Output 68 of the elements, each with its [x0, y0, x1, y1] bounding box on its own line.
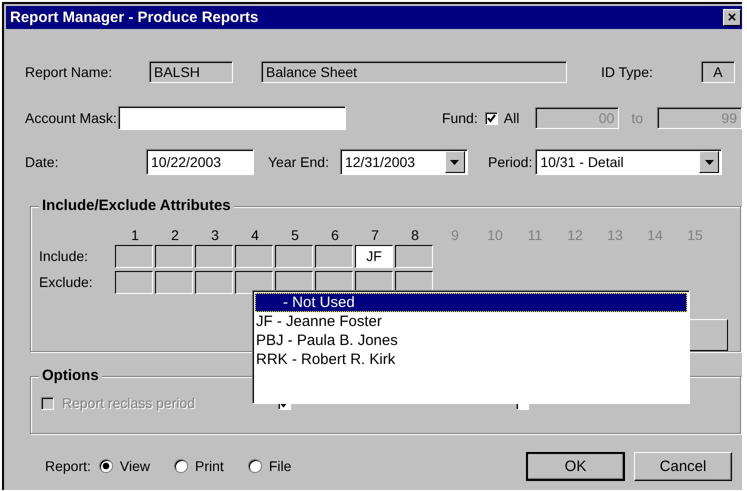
- exclude-cell[interactable]: [195, 270, 233, 294]
- report-description-field: Balance Sheet: [261, 61, 567, 83]
- caret-icon: [450, 160, 460, 164]
- radio-button[interactable]: [248, 459, 262, 473]
- checkbox[interactable]: [484, 112, 498, 124]
- fund-from-field: 00: [535, 107, 620, 129]
- close-button[interactable]: ×: [723, 9, 741, 26]
- include-cell[interactable]: [155, 244, 193, 268]
- year-end-dropdown[interactable]: 12/31/2003: [340, 149, 468, 175]
- list-item[interactable]: JF - Jeanne Foster: [255, 312, 687, 331]
- field-label: Account Mask:: [25, 110, 117, 126]
- fund-to-field: 99: [657, 107, 742, 129]
- row-label: Include:: [39, 248, 90, 264]
- list-item[interactable]: - Not Used: [255, 293, 687, 312]
- report-code-field: BALSH: [149, 61, 233, 83]
- radio-label: View: [120, 458, 150, 474]
- include-cell[interactable]: [235, 244, 273, 268]
- radio-label: File: [268, 458, 292, 474]
- column-number: 4: [250, 227, 260, 243]
- column-number: 14: [646, 227, 664, 243]
- column-number: 6: [330, 227, 340, 243]
- checkbox-label: Report reclass period: [62, 395, 196, 411]
- column-number: 8: [410, 227, 420, 243]
- window-title: Report Manager - Produce Reports: [10, 9, 258, 26]
- include-cell[interactable]: [315, 244, 353, 268]
- check-icon: [486, 114, 496, 122]
- list-item[interactable]: RRK - Robert R. Kirk: [255, 350, 687, 369]
- field-label: Date:: [25, 154, 60, 170]
- checkbox-label: All: [504, 110, 520, 126]
- exclude-cell[interactable]: [235, 270, 273, 294]
- field-label: Period:: [488, 154, 532, 170]
- list-item[interactable]: PBJ - Paula B. Jones: [255, 331, 687, 350]
- include-cell[interactable]: JF: [355, 244, 393, 268]
- include-cell[interactable]: [195, 244, 233, 268]
- dialog-button[interactable]: Cancel: [634, 452, 732, 480]
- period-dropdown[interactable]: 10/31 - Detail: [535, 149, 722, 175]
- field-label: to: [631, 110, 643, 126]
- column-number: 12: [566, 227, 584, 243]
- include-cell[interactable]: [275, 244, 313, 268]
- row-label: Exclude:: [39, 274, 94, 290]
- caret-icon: [704, 160, 714, 164]
- column-number: 2: [170, 227, 180, 243]
- dialog-button[interactable]: OK: [526, 452, 625, 480]
- field-label: Report Name:: [25, 64, 114, 80]
- exclude-cell[interactable]: [155, 270, 193, 294]
- field-label: ID Type:: [601, 64, 653, 80]
- field-label: Report:: [45, 458, 91, 474]
- include-cell[interactable]: [395, 244, 433, 268]
- group-title: Options: [39, 367, 102, 384]
- radio-button[interactable]: [174, 459, 188, 473]
- column-number: 13: [606, 227, 624, 243]
- radio-button[interactable]: [98, 459, 113, 473]
- column-number: 3: [210, 227, 220, 243]
- radio-label: Print: [195, 458, 224, 474]
- account-mask-field[interactable]: [118, 106, 346, 130]
- column-number: 10: [486, 227, 504, 243]
- exclude-cell[interactable]: [115, 270, 153, 294]
- id-type-field: A: [700, 61, 735, 83]
- field-label: Fund:: [442, 110, 478, 126]
- column-number: 7: [370, 227, 380, 243]
- column-number: 1: [130, 227, 140, 243]
- field-label: Year End:: [268, 154, 329, 170]
- include-cell[interactable]: [115, 244, 153, 268]
- column-number: 11: [526, 227, 544, 243]
- column-number: 15: [686, 227, 704, 243]
- column-number: 5: [290, 227, 300, 243]
- date-field[interactable]: 10/22/2003: [146, 149, 254, 175]
- column-number: 9: [450, 227, 460, 243]
